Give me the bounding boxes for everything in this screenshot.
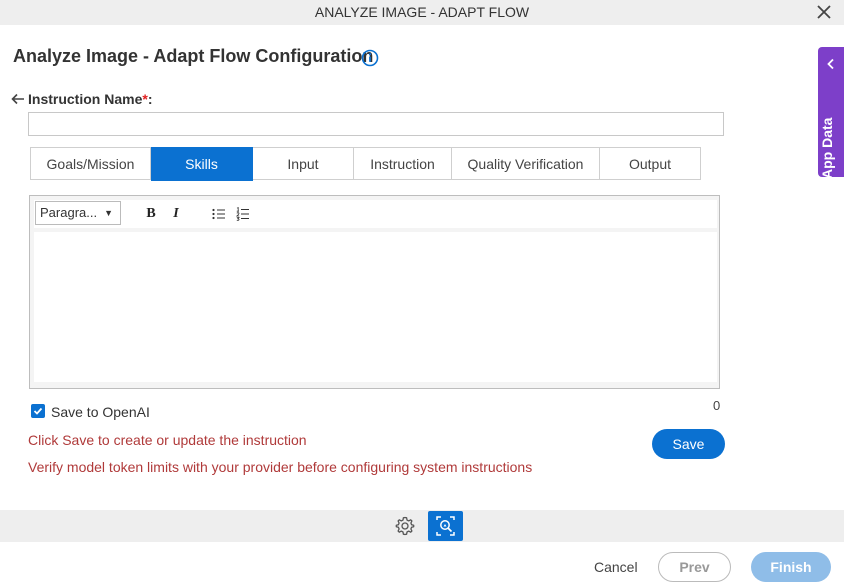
window-title: ANALYZE IMAGE - ADAPT FLOW [314,4,530,20]
gear-icon[interactable] [395,516,415,536]
footer-toolbar [0,510,844,542]
instruction-name-label-text: Instruction Name [28,91,143,107]
instruction-name-input[interactable] [28,112,724,136]
bulleted-list-icon [212,208,225,220]
token-warning-message: Verify model token limits with your prov… [28,459,533,475]
editor-toolbar: Paragra... ▼ B I [34,200,717,228]
chevron-left-icon [827,58,834,70]
dropdown-caret-icon: ▼ [104,208,113,218]
tab-output[interactable]: Output [600,147,701,180]
app-data-label: App Data [819,117,835,179]
tab-label: Skills [185,156,218,172]
bulleted-list-button[interactable] [210,205,228,223]
rich-text-editor: Paragra... ▼ B I [29,195,720,389]
tab-quality-verification[interactable]: Quality Verification [452,147,600,180]
tab-label: Quality Verification [467,155,584,172]
checkmark-icon [33,407,43,415]
tab-label: Goals/Mission [46,155,135,172]
save-to-openai-checkbox[interactable] [31,404,45,418]
save-button[interactable]: Save [652,429,725,459]
page-title: Analyze Image - Adapt Flow Configuration [13,46,374,66]
numbered-list-button[interactable] [234,205,252,223]
paragraph-format-select[interactable]: Paragra... ▼ [35,201,121,225]
window-titlebar: ANALYZE IMAGE - ADAPT FLOW [0,0,844,25]
cancel-button[interactable]: Cancel [594,559,638,575]
prev-button[interactable]: Prev [658,552,731,582]
finish-button[interactable]: Finish [751,552,831,582]
tab-label: Output [628,155,672,172]
bold-button[interactable]: B [142,205,160,223]
tab-input[interactable]: Input [253,147,354,180]
instruction-name-label: Instruction Name*: [28,91,152,107]
numbered-list-icon [236,207,249,221]
label-colon: : [147,91,153,107]
character-count: 0 [713,398,721,413]
save-to-openai-label: Save to OpenAI [51,404,150,420]
instruction-tabs: Goals/Mission Skills Input Instruction Q… [30,147,701,181]
info-icon[interactable] [361,49,379,67]
editor-content-area[interactable] [34,232,717,382]
analyze-image-button[interactable] [428,511,463,541]
save-hint-message: Click Save to create or update the instr… [28,432,307,448]
back-arrow-icon[interactable] [10,92,26,106]
italic-button[interactable]: I [167,205,185,223]
image-scan-icon [436,516,455,536]
tab-skills[interactable]: Skills [151,147,253,181]
close-icon[interactable] [814,2,834,22]
tab-label: Input [287,155,319,172]
paragraph-format-value: Paragra... [40,205,98,220]
app-data-panel-toggle[interactable]: App Data [818,47,844,179]
tab-instruction[interactable]: Instruction [354,147,452,180]
tab-label: Instruction [370,155,435,172]
tab-goals-mission[interactable]: Goals/Mission [30,147,151,180]
